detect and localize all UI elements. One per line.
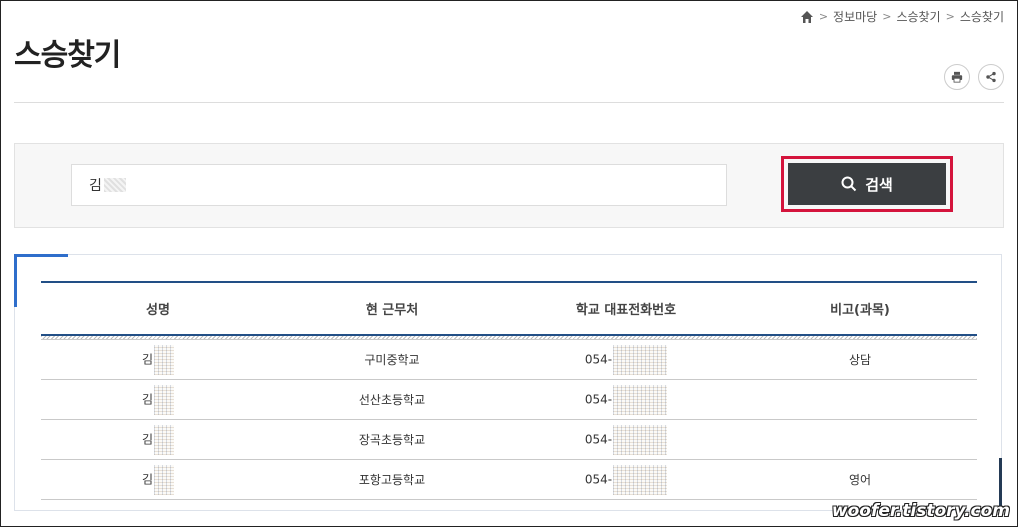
cell-school: 선산초등학교 [275, 379, 509, 420]
redacted-text [154, 384, 175, 415]
table-row: 김 포항고등학교 054- 영어 [41, 459, 977, 500]
column-header-name: 성명 [146, 303, 170, 318]
cell-school: 장곡초등학교 [275, 419, 509, 460]
search-input-value: 김 [89, 178, 102, 194]
breadcrumb: > 정보마당 > 스승찾기 > 스승찾기 [800, 8, 1004, 25]
print-button[interactable] [944, 64, 970, 90]
cell-phone: 054- [509, 459, 743, 500]
redacted-text [613, 344, 668, 375]
home-icon[interactable] [800, 10, 814, 24]
share-button[interactable] [978, 64, 1004, 90]
table-row: 김 선산초등학교 054- [41, 379, 977, 420]
cell-school: 구미중학교 [275, 339, 509, 380]
cell-phone: 054- [509, 339, 743, 380]
search-input[interactable]: 김 [71, 164, 727, 206]
cell-school: 포항고등학교 [275, 459, 509, 500]
cell-name: 김 [41, 419, 275, 460]
print-icon [951, 71, 963, 83]
breadcrumb-item-current[interactable]: 스승찾기 [960, 8, 1004, 25]
breadcrumb-separator: > [882, 10, 892, 23]
cell-note: 영어 [743, 459, 977, 500]
result-table: 성명 현 근무처 학교 대표전화번호 비고(과목) 김 구미중학교 054- 상… [41, 281, 977, 500]
cell-name: 김 [41, 339, 275, 380]
column-header-workplace: 현 근무처 [365, 303, 419, 318]
breadcrumb-item-info[interactable]: 정보마당 [833, 8, 877, 25]
corner-accent [14, 254, 17, 307]
cell-phone: 054- [509, 379, 743, 420]
page-tools [944, 64, 1004, 90]
column-header-note: 비고(과목) [830, 303, 890, 318]
search-panel: 김 검색 [14, 143, 1004, 228]
table-row: 김 장곡초등학교 054- [41, 419, 977, 460]
search-icon [841, 176, 857, 192]
redacted-text [613, 424, 668, 455]
cell-name: 김 [41, 379, 275, 420]
cell-note [743, 379, 977, 420]
corner-accent [14, 254, 68, 257]
page-title: 스승찾기 [14, 38, 121, 73]
table-row: 김 구미중학교 054- 상담 [41, 339, 977, 380]
redacted-text [613, 464, 668, 495]
column-header-phone: 학교 대표전화번호 [575, 303, 677, 318]
cell-note: 상담 [743, 339, 977, 380]
breadcrumb-item-teacher-search[interactable]: 스승찾기 [896, 8, 940, 25]
table-header-row: 성명 현 근무처 학교 대표전화번호 비고(과목) [41, 282, 977, 335]
search-button-label: 검색 [865, 176, 893, 194]
breadcrumb-separator: > [818, 10, 829, 23]
cell-name: 김 [41, 459, 275, 500]
redacted-text [154, 464, 175, 495]
redacted-text [154, 424, 175, 455]
cell-phone: 054- [509, 419, 743, 460]
redacted-text [103, 178, 126, 192]
breadcrumb-separator: > [945, 10, 955, 23]
search-button[interactable]: 검색 [788, 163, 946, 205]
redacted-text [154, 344, 175, 375]
watermark: woofer.tistory.com [831, 501, 1010, 521]
cell-note [743, 419, 977, 460]
title-divider [14, 102, 1004, 103]
redacted-text [613, 384, 668, 415]
share-icon [986, 71, 996, 83]
